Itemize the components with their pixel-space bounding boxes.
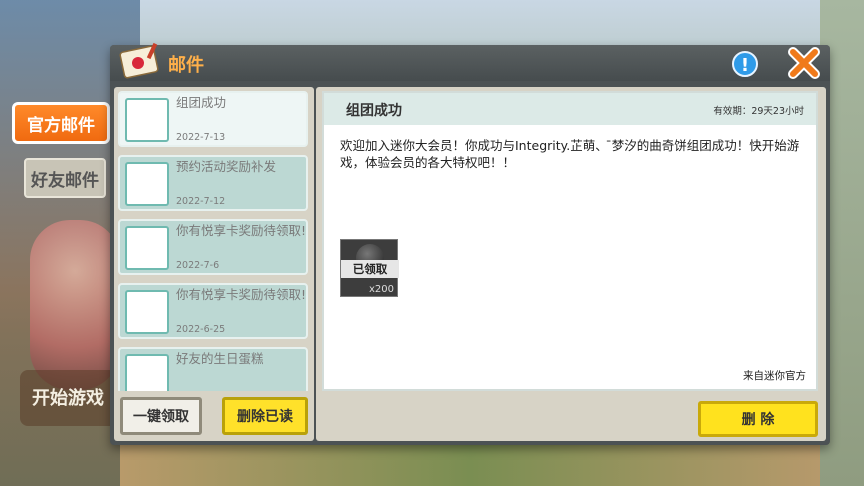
claim-all-button[interactable]: 一键领取 [120,397,202,435]
delete-button[interactable]: 删 除 [698,401,818,437]
reward-quantity: x200 [368,284,394,295]
reward-item[interactable]: 已领取 x200 [340,239,399,297]
list-item[interactable]: 你有悦享卡奖励待领取! 2022-6-25 [118,283,308,339]
mail-item-title: 你有悦享卡奖励待领取! [176,287,307,302]
mail-item-title: 好友的生日蛋糕 [176,351,264,366]
mail-item-date: 2022-7-6 [176,260,220,271]
dialog-header: 邮件 ! [110,42,830,81]
mail-item-title: 预约活动奖励补发 [176,159,277,174]
mail-detail-header: 组团成功 有效期：29天23小时 [324,93,816,125]
mail-expiry: 有效期：29天23小时 [713,106,804,117]
mail-item-date: 2022-7-12 [176,196,226,207]
close-icon[interactable] [778,45,830,81]
mail-item-date: 2022-6-25 [176,324,226,335]
mail-body-text: 欢迎加入迷你大会员！你成功与Integrity.芷萌、 ̄梦汐的曲奇饼组团成功！… [340,138,800,170]
mail-detail-box: 组团成功 有效期：29天23小时 欢迎加入迷你大会员！你成功与Integrity… [322,91,818,391]
mail-list[interactable]: 组团成功 2022-7-13 预约活动奖励补发 2022-7-12 你有悦享卡奖… [118,91,310,391]
mail-item-date: 2022-7-13 [176,132,226,143]
tab-official-mail[interactable]: 官方邮件 [12,102,110,144]
background-character [30,220,120,390]
mail-thumbnail-icon [125,162,169,206]
mail-envelope-icon [119,42,159,79]
reward-status: 已领取 [341,260,399,278]
list-item[interactable]: 预约活动奖励补发 2022-7-12 [118,155,308,211]
dialog-title: 邮件 [168,55,204,76]
mail-thumbnail-icon [125,354,169,391]
mail-thumbnail-icon [125,98,169,142]
tab-friend-mail[interactable]: 好友邮件 [24,158,106,198]
background-ground [120,440,820,486]
delete-read-button[interactable]: 删除已读 [222,397,308,435]
mail-list-panel: 组团成功 2022-7-13 预约活动奖励补发 2022-7-12 你有悦享卡奖… [114,87,314,441]
mail-detail-title: 组团成功 [346,103,402,119]
mail-thumbnail-icon [125,226,169,270]
mail-item-title: 你有悦享卡奖励待领取! [176,223,307,238]
mail-dialog: 邮件 ! 组团成功 2022-7-13 预约活动奖励补发 2022-7-12 你… [110,42,830,445]
mail-item-title: 组团成功 [176,95,227,110]
mail-detail-panel: 组团成功 有效期：29天23小时 欢迎加入迷你大会员！你成功与Integrity… [316,87,826,441]
mail-thumbnail-icon [125,290,169,334]
list-item[interactable]: 好友的生日蛋糕 [118,347,308,391]
info-icon[interactable]: ! [732,51,758,77]
start-game-button[interactable]: 开始游戏 [20,370,120,426]
list-item[interactable]: 你有悦享卡奖励待领取! 2022-7-6 [118,219,308,275]
mail-sender: 来自迷你官方 [743,370,806,382]
list-item[interactable]: 组团成功 2022-7-13 [118,91,308,147]
